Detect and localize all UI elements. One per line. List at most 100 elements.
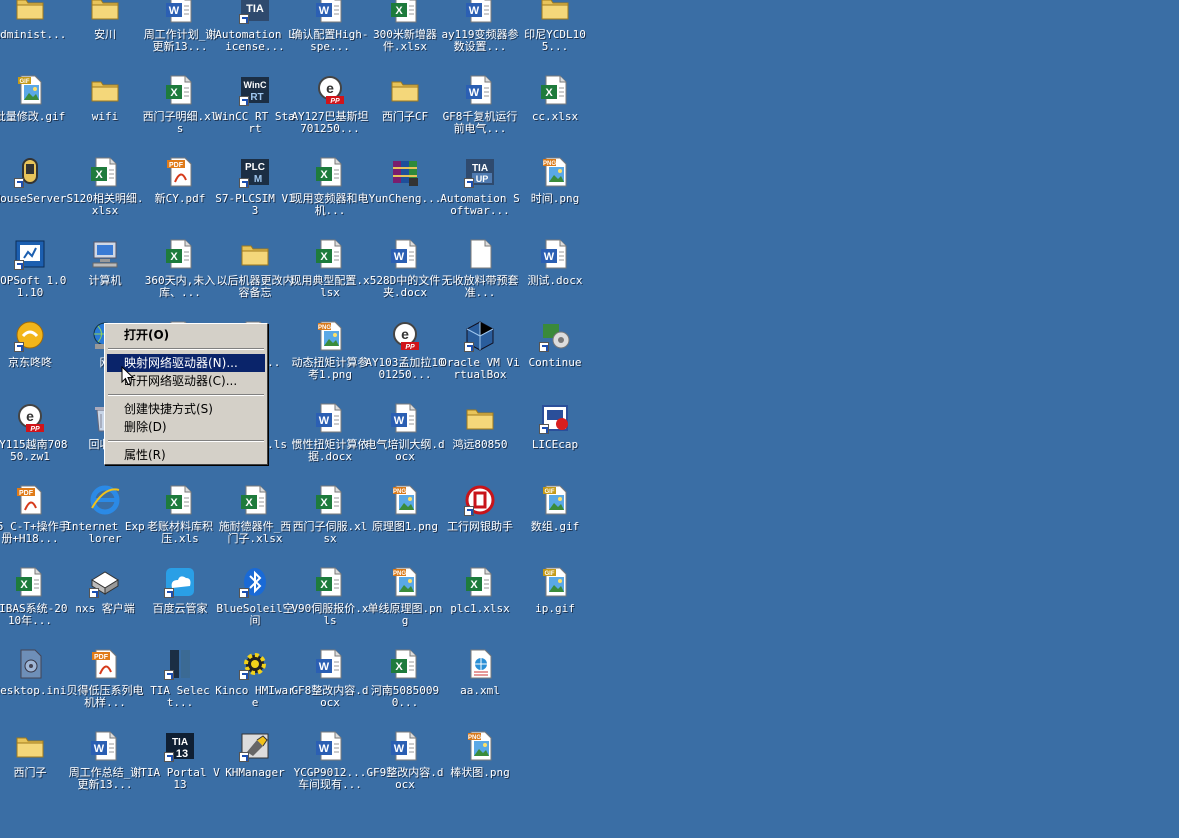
- desktop-icon-gf8[interactable]: W GF8千复机运行前电气...: [442, 74, 518, 154]
- svg-text:X: X: [545, 87, 553, 99]
- licecap-icon: [539, 402, 571, 434]
- desktop-icon-ay103[interactable]: e PP AY103孟加拉1001250...: [365, 320, 445, 400]
- desktop-icon-manual-pdf[interactable]: PDF 25_C-T+操作手册+H18...: [0, 484, 70, 564]
- desktop-icon-528d[interactable]: W 528D中的文件夹.docx: [367, 238, 443, 318]
- desktop-icon-ay127[interactable]: e PP AY127巴基斯坦701250...: [291, 74, 369, 154]
- menu-properties[interactable]: 属性(R): [107, 446, 265, 464]
- desktop-icon-desktop-ini[interactable]: desktop.ini: [0, 648, 68, 728]
- menu-open[interactable]: 打开(O): [107, 326, 265, 344]
- desktop-icon-weekly-summary[interactable]: W 周工作总结_谢更新13...: [67, 730, 143, 810]
- desktop-icon-360days[interactable]: X 360天内,未入库、...: [142, 238, 218, 318]
- desktop-icon-siemens-folder[interactable]: 西门子: [0, 730, 68, 810]
- desktop-icon-gf8-rectify[interactable]: W GF8整改内容.docx: [291, 648, 369, 728]
- desktop-icon-inertia[interactable]: W 惯性扭矩计算依据.docx: [291, 402, 369, 482]
- virtualbox-icon: [464, 320, 496, 352]
- gif-image-icon: GIF: [539, 566, 571, 598]
- desktop-icon-time-png[interactable]: PNG 时间.png: [517, 156, 593, 236]
- desktop-icon-ip-gif[interactable]: GIF ip.gif: [517, 566, 593, 646]
- desktop-icon-continue[interactable]: Continue: [517, 320, 593, 400]
- word-doc-icon: W: [314, 648, 346, 680]
- desktop-icon-label: 确认配置High-spe...: [291, 28, 369, 53]
- desktop-icon-henan[interactable]: X 河南50850090...: [367, 648, 443, 728]
- desktop-icon-virtualbox[interactable]: Oracle VM VirtualBox: [440, 320, 520, 400]
- desktop-icon-hongyuan[interactable]: 鸿远80850: [442, 402, 518, 482]
- desktop-icon-bar-png[interactable]: PNG 棒状图.png: [442, 730, 518, 810]
- desktop-icon-typical-config[interactable]: X 现用典型配置.xlsx: [290, 238, 370, 318]
- desktop-icon-confirm-config[interactable]: W 确认配置High-spe...: [291, 0, 369, 72]
- desktop-icon-ay119[interactable]: Way119变频器参数设置...: [441, 0, 519, 72]
- tia-license-icon: TIA: [239, 0, 271, 24]
- desktop-icon-v90[interactable]: X V90伺服报价.xls: [291, 566, 369, 646]
- desktop-icon-label: GF8整改内容.docx: [291, 684, 369, 709]
- desktop-icon-schematic-png[interactable]: PNG 原理图1.png: [367, 484, 443, 564]
- desktop-icon-label: 百度云管家: [152, 602, 208, 615]
- desktop-icon-cc-xlsx[interactable]: Xcc.xlsx: [517, 74, 593, 154]
- desktop-icon-300m-xlsx[interactable]: X 300米新增器件.xlsx: [367, 0, 443, 72]
- desktop-icon-memo-folder[interactable]: 以后机器更改内容备忘: [217, 238, 294, 318]
- desktop-icon-label: 惯性扭矩计算依据.docx: [291, 438, 369, 463]
- desktop-icon-label: YunCheng...: [368, 192, 442, 205]
- desktop-icon-wincc[interactable]: WinC RT WinCC RT Start: [215, 74, 295, 154]
- desktop-icon-yuncheng[interactable]: YunCheng...: [367, 156, 443, 236]
- desktop-icon-automation-software[interactable]: TIA UP Automation Softwar...: [440, 156, 520, 236]
- desktop-icon-ay115[interactable]: e PP AY115越南70850.zw1: [0, 402, 68, 482]
- desktop-icon-siemens-cf[interactable]: 西门子CF: [367, 74, 443, 154]
- desktop-icon-batch-gif[interactable]: GIF 批量修改.gif: [0, 74, 68, 154]
- desktop-icon-mouseserver[interactable]: MouseServer: [0, 156, 68, 236]
- desktop-icon-computer[interactable]: 计算机: [67, 238, 143, 318]
- desktop-icon-anchuan[interactable]: 安川: [67, 0, 143, 72]
- desktop-icon-aa-xml[interactable]: aa.xml: [442, 648, 518, 728]
- menu-create-shortcut[interactable]: 创建快捷方式(S): [107, 400, 265, 418]
- desktop-icon-jd[interactable]: 京东咚咚: [0, 320, 68, 400]
- desktop-icon-yinni[interactable]: 印尼YCDL105...: [517, 0, 593, 72]
- desktop-icon-s120[interactable]: X S120相关明细.xlsx: [66, 156, 144, 236]
- desktop-icon-sibas[interactable]: X SIBAS系统-2010年...: [0, 566, 68, 646]
- desktop-icon-array-gif[interactable]: GIF 数组.gif: [517, 484, 593, 564]
- svg-text:X: X: [170, 251, 178, 263]
- desktop-icon-no-feed[interactable]: 无收放料带预套准...: [442, 238, 519, 318]
- desktop-icon-khmanager[interactable]: KHManager: [217, 730, 293, 810]
- nxs-icon: [89, 566, 121, 598]
- desktop-icon-administ[interactable]: Administ...: [0, 0, 68, 72]
- desktop-icon-licecap[interactable]: LICEcap: [517, 402, 593, 482]
- desktop-icon-old-stock[interactable]: X 老账材料库积压.xls: [142, 484, 218, 564]
- desktop-icon-torque-png[interactable]: PNG 动态扭矩计算参考1.png: [292, 320, 369, 400]
- shortcut-arrow-icon: [239, 178, 249, 188]
- desktop-icon-tia-select[interactable]: TIA Select...: [142, 648, 218, 728]
- desktop-icon-test-docx[interactable]: W 测试.docx: [517, 238, 593, 318]
- desktop-icon-plc1[interactable]: Xplc1.xlsx: [442, 566, 518, 646]
- desktop-icon-schneider[interactable]: X 施耐德器件_西门子.xlsx: [217, 484, 293, 564]
- desktop-icon-ycgp9012[interactable]: W YCGP9012...车间现有...: [292, 730, 368, 810]
- svg-text:GIF: GIF: [20, 79, 30, 85]
- svg-text:TIA: TIA: [172, 737, 188, 748]
- desktop-icon-siemens-detail[interactable]: X 西门子明细.xls: [142, 74, 218, 154]
- menu-separator: [108, 440, 264, 442]
- desktop-icon-weekly-plan[interactable]: W 周工作计划_谢更新13...: [142, 0, 218, 72]
- desktop-icon-icbc[interactable]: 工行网银助手: [442, 484, 518, 564]
- desktop-icon-gf9-rectify[interactable]: W GF9整改内容.docx: [366, 730, 444, 810]
- desktop-icon-tia-portal[interactable]: TIA 13 TIA Portal V13: [140, 730, 220, 810]
- menu-delete[interactable]: 删除(D): [107, 418, 265, 436]
- desktop-icon-label: 棒状图.png: [450, 766, 510, 779]
- desktop-icon-inverters[interactable]: X 现用变频器和电机...: [292, 156, 369, 236]
- svg-text:UP: UP: [476, 174, 489, 184]
- desktop-icon-beide-pdf[interactable]: PDF 贝得低压系列电机样...: [66, 648, 144, 728]
- desktop-icon-wifi[interactable]: wifi: [67, 74, 143, 154]
- desktop-icon-new-cy-pdf[interactable]: PDF 新CY.pdf: [142, 156, 218, 236]
- desktop-icon-dopsoft[interactable]: DOPSoft 1.01.10: [0, 238, 68, 318]
- desktop-icon-plcsim[interactable]: PLC M S7-PLCSIM V13: [215, 156, 295, 236]
- desktop-icon-label: 贝得低压系列电机样...: [66, 684, 144, 709]
- png-image-icon: PNG: [314, 320, 346, 352]
- desktop-icon-ie[interactable]: Internet Explorer: [65, 484, 145, 564]
- gif-image-icon: GIF: [539, 484, 571, 516]
- desktop-icon-bluesoleil[interactable]: BlueSoleil空间: [216, 566, 294, 646]
- desktop-icon-baidu[interactable]: 百度云管家: [142, 566, 218, 646]
- desktop-icon-label: 鸿远80850: [452, 438, 508, 451]
- desktop-icon-training[interactable]: W 电气培训大纲.docx: [365, 402, 445, 482]
- desktop-icon-nxs[interactable]: nxs 客户端: [67, 566, 143, 646]
- desktop-icon-automation-license[interactable]: TIA Automation License...: [215, 0, 295, 72]
- desktop-icon-siemens-servo[interactable]: X 西门子伺服.xlsx: [292, 484, 368, 564]
- desktop-icon-single-line-png[interactable]: PNG 单线原理图.png: [367, 566, 443, 646]
- desktop-icon-kinco[interactable]: Kinco HMIware: [215, 648, 295, 728]
- svg-text:e: e: [26, 408, 34, 424]
